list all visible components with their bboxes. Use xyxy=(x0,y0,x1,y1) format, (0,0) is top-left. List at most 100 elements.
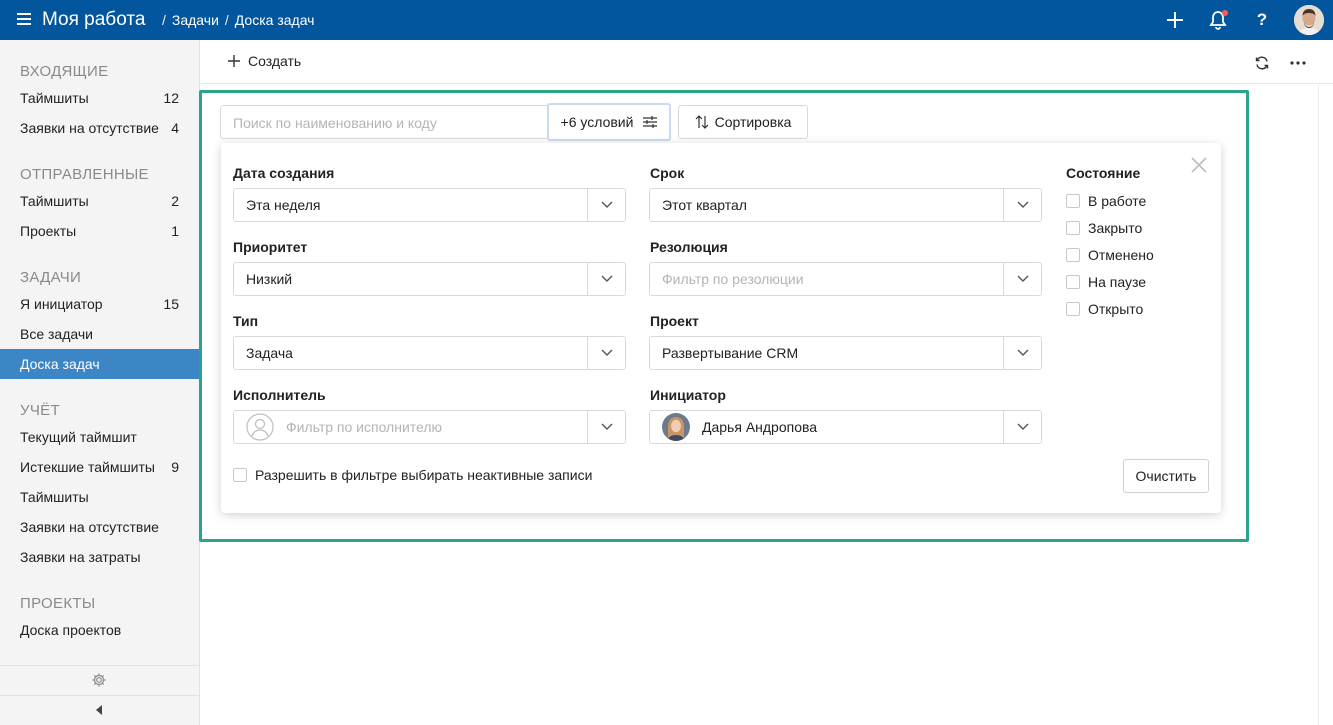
sidebar-item-label: Истекшие таймшиты xyxy=(20,459,155,475)
type-label: Тип xyxy=(233,313,259,329)
breadcrumb: / Задачи / Доска задач xyxy=(162,12,314,28)
sidebar-item-label: Доска задач xyxy=(20,356,100,372)
created-date-value: Эта неделя xyxy=(246,197,321,213)
chevron-down-icon xyxy=(1003,189,1041,221)
state-option-in-progress[interactable]: В работе xyxy=(1066,192,1146,210)
sidebar-item-label: Таймшиты xyxy=(20,90,89,106)
sidebar-item-timesheets-sent[interactable]: Таймшиты 2 xyxy=(0,186,199,216)
breadcrumb-tasks[interactable]: Задачи xyxy=(172,12,219,28)
sidebar-item-label: Заявки на затраты xyxy=(20,549,141,565)
created-date-label: Дата создания xyxy=(233,165,335,181)
sidebar-section-title: УЧЁТ xyxy=(20,402,60,419)
state-option-paused[interactable]: На паузе xyxy=(1066,273,1146,291)
sidebar-item-count: 1 xyxy=(171,223,179,239)
close-icon[interactable] xyxy=(1189,155,1209,175)
refresh-icon[interactable] xyxy=(1251,52,1273,74)
state-option-cancelled[interactable]: Отменено xyxy=(1066,246,1154,264)
sidebar-item-all-tasks[interactable]: Все задачи xyxy=(0,319,199,349)
resolution-placeholder: Фильтр по резолюции xyxy=(662,271,804,287)
sidebar-item-timesheets-inbox[interactable]: Таймшиты 12 xyxy=(0,83,199,113)
chevron-down-icon xyxy=(1003,411,1041,443)
assignee-select[interactable]: Фильтр по исполнителю xyxy=(233,410,626,444)
sidebar-item-expense-requests[interactable]: Заявки на затраты xyxy=(0,542,199,572)
allow-inactive-option[interactable]: Разрешить в фильтре выбирать неактивные … xyxy=(233,467,592,483)
chevron-down-icon xyxy=(1003,263,1041,295)
sidebar-divider xyxy=(0,695,199,696)
sort-button[interactable]: Сортировка xyxy=(678,105,808,139)
user-placeholder-icon xyxy=(246,413,274,441)
gear-icon[interactable] xyxy=(91,672,107,688)
help-icon[interactable]: ? xyxy=(1250,8,1274,32)
avatar[interactable] xyxy=(1294,5,1324,35)
state-option-closed[interactable]: Закрыто xyxy=(1066,219,1142,237)
assignee-placeholder: Фильтр по исполнителю xyxy=(286,419,443,435)
toolbar: Создать xyxy=(200,40,1333,84)
create-button[interactable]: Создать xyxy=(228,53,301,69)
sidebar-item-label: Таймшиты xyxy=(20,489,89,505)
clear-button[interactable]: Очистить xyxy=(1123,459,1209,493)
filter-settings-icon xyxy=(643,116,658,128)
checkbox[interactable] xyxy=(1066,275,1080,289)
create-button-label: Создать xyxy=(248,53,302,69)
chevron-down-icon xyxy=(587,411,625,443)
collapse-sidebar-icon[interactable] xyxy=(94,703,104,715)
resolution-select[interactable]: Фильтр по резолюции xyxy=(649,262,1042,296)
notification-dot xyxy=(1222,10,1228,16)
plus-icon xyxy=(228,55,240,67)
sidebar-item-count: 9 xyxy=(171,459,179,475)
sidebar-item-absence-requests[interactable]: Заявки на отсутствие xyxy=(0,512,199,542)
sidebar-item-label: Заявки на отсутствие xyxy=(20,519,159,535)
avatar xyxy=(662,413,690,441)
due-value: Этот квартал xyxy=(662,197,747,213)
sidebar-item-task-board[interactable]: Доска задач xyxy=(0,349,199,379)
sidebar-item-current-timesheet[interactable]: Текущий таймшит xyxy=(0,422,199,452)
sidebar-section-title: ПРОЕКТЫ xyxy=(20,595,96,612)
sidebar-item-count: 15 xyxy=(163,296,179,312)
sidebar-section-title: ЗАДАЧИ xyxy=(20,269,82,286)
sidebar-item-projects-sent[interactable]: Проекты 1 xyxy=(0,216,199,246)
sidebar-item-label: Таймшиты xyxy=(20,193,89,209)
plus-icon[interactable] xyxy=(1163,8,1187,32)
sidebar-item-count: 2 xyxy=(171,193,179,209)
conditions-label: +6 условий xyxy=(560,114,634,130)
created-date-select[interactable]: Эта неделя xyxy=(233,188,626,222)
sidebar-item-project-board[interactable]: Доска проектов xyxy=(0,615,199,645)
bell-icon[interactable] xyxy=(1206,8,1230,32)
conditions-button[interactable]: +6 условий xyxy=(547,103,671,141)
type-select[interactable]: Задача xyxy=(233,336,626,370)
priority-value: Низкий xyxy=(246,271,293,287)
state-option-label: На паузе xyxy=(1088,274,1147,290)
checkbox[interactable] xyxy=(1066,302,1080,316)
initiator-value: Дарья Андропова xyxy=(702,419,818,435)
checkbox[interactable] xyxy=(1066,248,1080,262)
sidebar-item-timesheets[interactable]: Таймшиты xyxy=(0,482,199,512)
sort-icon xyxy=(695,115,709,129)
checkbox[interactable] xyxy=(1066,194,1080,208)
project-select[interactable]: Развертывание CRM xyxy=(649,336,1042,370)
sidebar-item-absence-inbox[interactable]: Заявки на отсутствие 4 xyxy=(0,113,199,143)
sidebar-item-label: Заявки на отсутствие xyxy=(20,120,159,136)
chevron-down-icon xyxy=(587,263,625,295)
initiator-select[interactable]: Дарья Андропова xyxy=(649,410,1042,444)
sidebar-divider xyxy=(0,665,199,666)
state-title: Состояние xyxy=(1066,165,1141,181)
checkbox[interactable] xyxy=(1066,221,1080,235)
project-label: Проект xyxy=(650,313,699,329)
sidebar-item-label: Доска проектов xyxy=(20,622,122,638)
priority-select[interactable]: Низкий xyxy=(233,262,626,296)
checkbox[interactable] xyxy=(233,468,247,482)
resolution-label: Резолюция xyxy=(650,239,728,255)
more-icon[interactable] xyxy=(1287,52,1309,74)
project-value: Развертывание CRM xyxy=(662,345,799,361)
sidebar-item-count: 12 xyxy=(163,90,179,106)
state-option-label: В работе xyxy=(1088,193,1147,209)
menu-icon[interactable] xyxy=(17,13,31,25)
sidebar-item-initiator[interactable]: Я инициатор 15 xyxy=(0,289,199,319)
scrollbar[interactable] xyxy=(1318,85,1333,725)
search-input[interactable]: Поиск по наименованию и коду xyxy=(220,105,548,139)
sidebar-item-expired-timesheets[interactable]: Истекшие таймшиты 9 xyxy=(0,452,199,482)
initiator-label: Инициатор xyxy=(650,387,726,403)
state-option-open[interactable]: Открыто xyxy=(1066,300,1143,318)
due-select[interactable]: Этот квартал xyxy=(649,188,1042,222)
state-option-label: Открыто xyxy=(1088,301,1144,317)
